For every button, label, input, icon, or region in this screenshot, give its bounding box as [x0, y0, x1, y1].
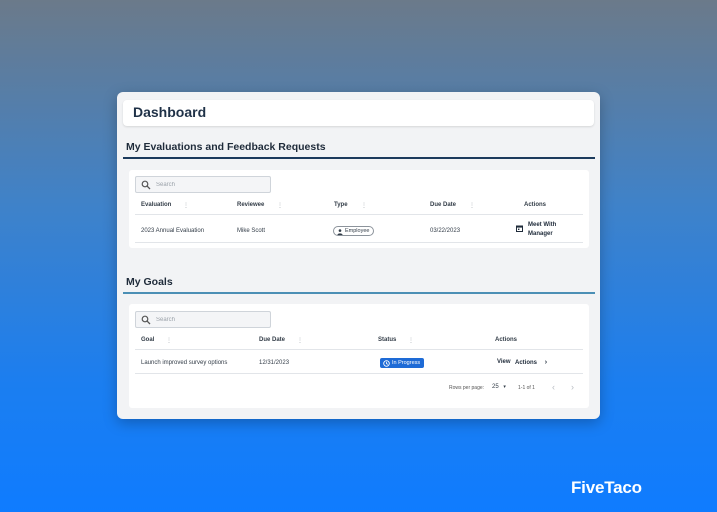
rows-per-page-select[interactable]: 25 ▾	[492, 384, 506, 390]
goals-search[interactable]	[135, 311, 271, 328]
dashboard-card: Dashboard My Evaluations and Feedback Re…	[117, 92, 600, 419]
goals-section-divider	[123, 292, 595, 294]
search-icon	[141, 180, 151, 190]
column-header-status[interactable]: Status	[378, 337, 396, 343]
rows-per-page-label: Rows per page:	[449, 385, 485, 391]
calendar-icon	[516, 225, 523, 232]
dropdown-caret-icon: ▾	[503, 384, 506, 390]
person-icon	[337, 228, 343, 235]
page-title: Dashboard	[133, 104, 207, 120]
dashboard-header: Dashboard	[123, 100, 594, 126]
evaluations-search[interactable]	[135, 176, 271, 193]
reviewee-name: Mike Scott	[237, 228, 266, 234]
view-button[interactable]: View	[497, 358, 511, 367]
column-header-goal[interactable]: Goal	[141, 337, 154, 343]
goal-due-date: 12/31/2023	[259, 360, 290, 366]
actions-label: Actions	[515, 360, 538, 366]
evaluation-name: 2023 Annual Evaluation	[141, 228, 205, 234]
row-divider	[135, 242, 583, 243]
action-label-line2: Manager	[528, 231, 553, 237]
progress-clock-icon	[383, 359, 390, 367]
meet-with-manager-button[interactable]: Meet With Manager	[516, 221, 557, 239]
column-header-actions: Actions	[524, 202, 547, 208]
brand-logo: FiveTaco	[571, 478, 642, 497]
column-menu-icon[interactable]: ⋮	[183, 202, 189, 209]
column-menu-icon[interactable]: ⋮	[277, 202, 283, 209]
column-header-reviewee[interactable]: Reviewee	[237, 202, 264, 208]
column-header-due-date[interactable]: Due Date	[430, 202, 456, 208]
goal-name: Launch improved survey options	[141, 360, 228, 366]
evaluations-search-input[interactable]	[156, 179, 266, 191]
actions-menu-button[interactable]: Actions ›	[515, 358, 547, 368]
header-divider	[135, 214, 583, 215]
due-date: 03/22/2023	[430, 228, 461, 234]
evaluations-section-divider	[123, 157, 595, 159]
goals-section-title: My Goals	[126, 276, 173, 288]
column-menu-icon[interactable]: ⋮	[361, 202, 367, 209]
type-label: Employee	[345, 228, 370, 234]
action-label-line1: Meet With	[528, 222, 557, 228]
column-header-actions: Actions	[495, 337, 518, 343]
pagination-range: 1-1 of 1	[518, 385, 535, 391]
column-menu-icon[interactable]: ⋮	[297, 337, 303, 344]
header-divider	[135, 349, 583, 350]
evaluations-panel: Evaluation ⋮ Reviewee ⋮ Type ⋮ Due Date …	[129, 170, 589, 248]
goals-panel: Goal ⋮ Due Date ⋮ Status ⋮ Actions Launc…	[129, 304, 589, 408]
column-header-type[interactable]: Type	[334, 202, 348, 208]
status-label: In Progress	[392, 359, 421, 366]
column-header-due-date[interactable]: Due Date	[259, 337, 285, 343]
column-header-evaluation[interactable]: Evaluation	[141, 202, 171, 208]
column-menu-icon[interactable]: ⋮	[408, 337, 414, 344]
row-divider	[135, 373, 583, 374]
type-chip: Employee	[333, 226, 375, 236]
goals-search-input[interactable]	[156, 314, 266, 326]
prev-page-icon[interactable]: ‹	[552, 382, 555, 392]
column-menu-icon[interactable]: ⋮	[469, 202, 475, 209]
chevron-right-icon: ›	[544, 359, 548, 366]
search-icon	[141, 315, 151, 325]
status-badge: In Progress	[380, 358, 425, 368]
column-menu-icon[interactable]: ⋮	[166, 337, 172, 344]
evaluations-section-title: My Evaluations and Feedback Requests	[126, 141, 326, 153]
next-page-icon[interactable]: ›	[571, 382, 574, 392]
rows-per-page-value: 25	[492, 384, 499, 390]
